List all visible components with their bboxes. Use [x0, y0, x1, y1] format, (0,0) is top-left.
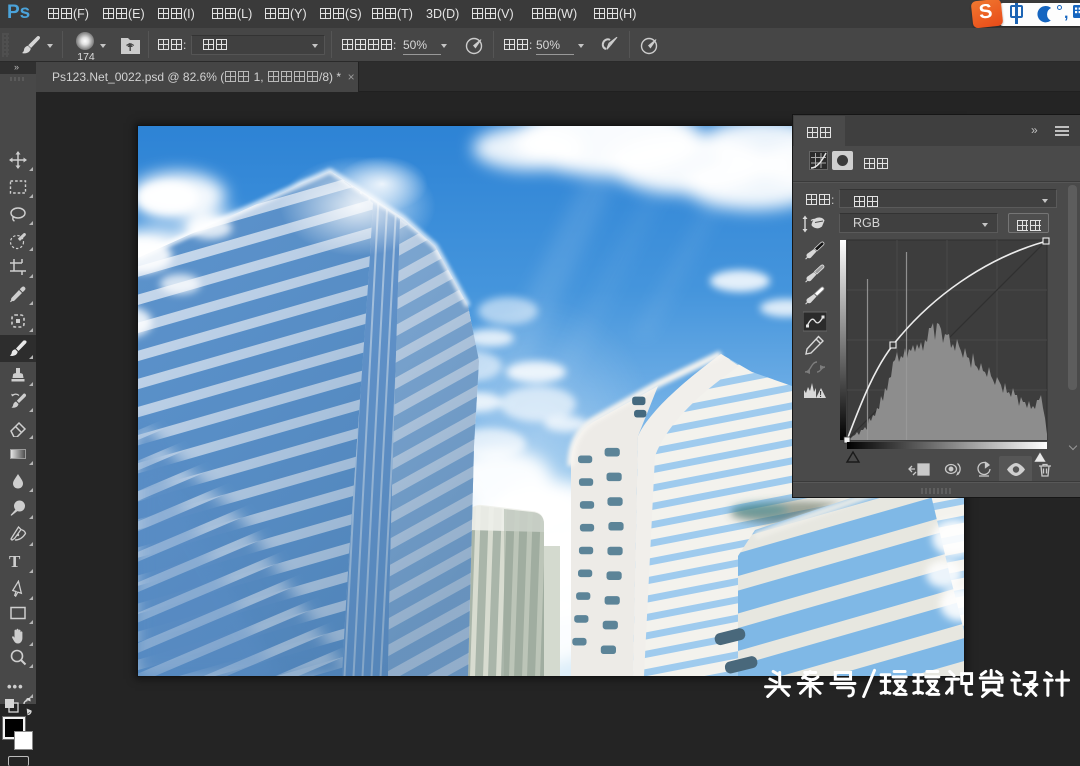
svg-text:!: ! [819, 390, 822, 399]
